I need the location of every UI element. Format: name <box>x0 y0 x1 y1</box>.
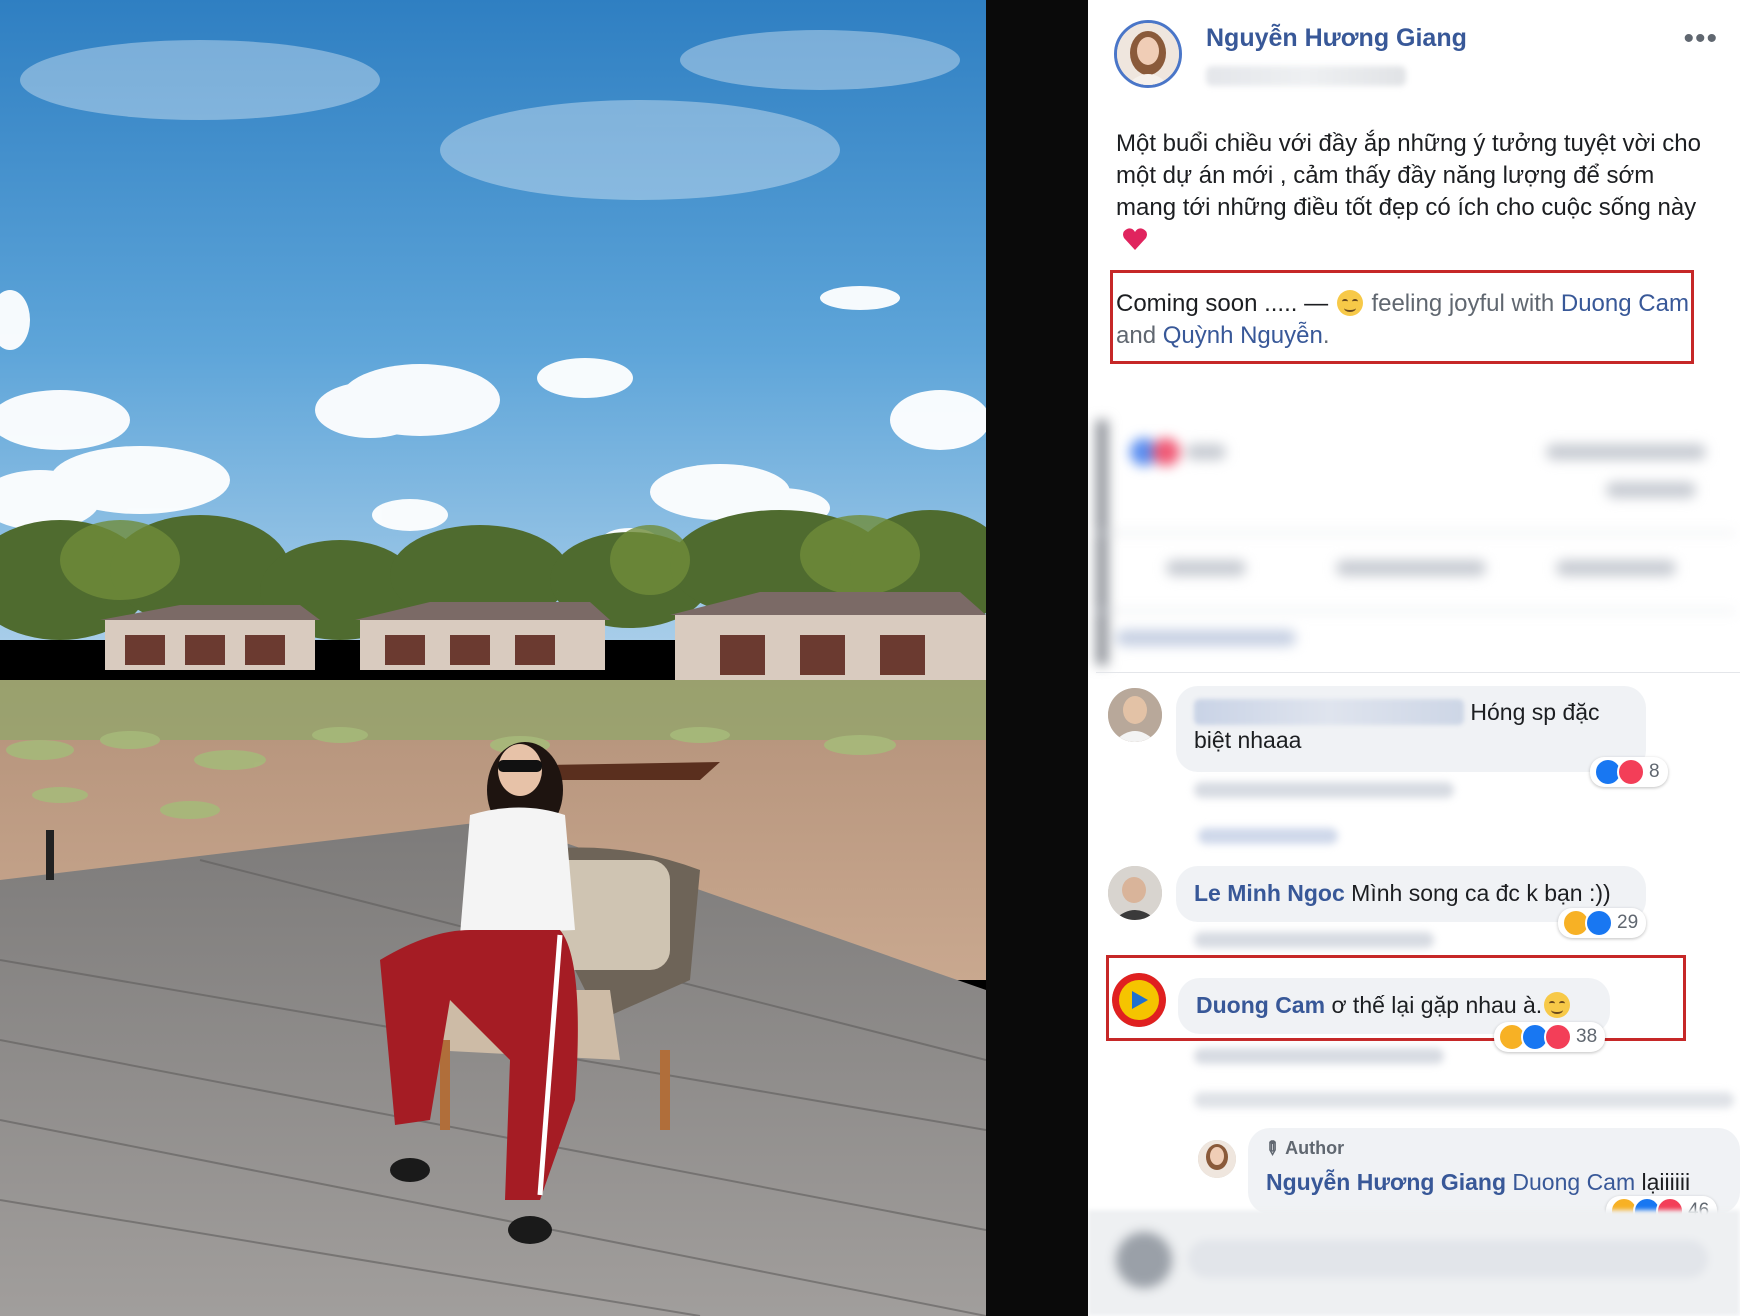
tagline-and: and <box>1116 322 1163 349</box>
heart-icon <box>1123 228 1147 250</box>
comment-text-2: Mình song ca đc k bạn :)) <box>1351 880 1611 906</box>
reply-avatar[interactable] <box>1198 1140 1236 1178</box>
reply-author-name[interactable]: Nguyễn Hương Giang <box>1266 1169 1506 1195</box>
reaction-count-3: 38 <box>1576 1026 1598 1047</box>
blurred-reaction-bar <box>1096 420 1736 665</box>
tagged-friend-quynh-nguyen[interactable]: Quỳnh Nguyễn <box>1163 322 1323 349</box>
comment-actions-blurred-2 <box>1194 932 1434 948</box>
reaction-count-2: 29 <box>1617 912 1639 933</box>
post-body: Một buổi chiều với đầy ắp những ý tưởng … <box>1116 128 1716 256</box>
comment-actions-blurred-1 <box>1194 782 1454 798</box>
post-panel: Nguyễn Hương Giang ••• Một buổi chiều vớ… <box>1088 0 1740 1316</box>
post-text: Một buổi chiều với đầy ắp những ý tưởng … <box>1116 130 1701 221</box>
comment-reactions-2[interactable]: 29 <box>1558 908 1647 938</box>
image-gap <box>986 0 1088 1316</box>
comments-divider <box>1096 672 1740 673</box>
love-icon <box>1544 1023 1572 1051</box>
love-icon <box>1617 758 1645 786</box>
replies-link-blurred <box>1198 828 1338 844</box>
commenter-avatar-1[interactable] <box>1108 688 1162 742</box>
comment-reactions-3[interactable]: 38 <box>1494 1022 1606 1052</box>
tagline-lead: Coming soon ..... — <box>1116 290 1335 317</box>
post-tagline: Coming soon ..... — feeling joyful with … <box>1116 288 1706 352</box>
reply-preview-blurred <box>1194 1092 1734 1108</box>
photo-scene <box>0 0 986 1316</box>
commenter-avatar-2[interactable] <box>1108 866 1162 920</box>
more-options-icon[interactable]: ••• <box>1683 22 1718 56</box>
author-name[interactable]: Nguyễn Hương Giang <box>1206 24 1467 53</box>
tagline-feeling: feeling joyful with <box>1371 290 1561 317</box>
tagged-friend-duong-cam[interactable]: Duong Cam <box>1561 290 1689 317</box>
boat <box>545 762 720 780</box>
comment-bubble-1: Hóng sp đặc biệt nhaaa <box>1176 686 1646 772</box>
author-avatar[interactable] <box>1114 20 1182 88</box>
commenter-name-3[interactable]: Duong Cam <box>1196 992 1325 1018</box>
comment-text-3: ơ thế lại gặp nhau à. <box>1331 992 1543 1018</box>
reply-mention[interactable]: Duong Cam <box>1512 1169 1635 1195</box>
wink-tongue-emoji-icon <box>1544 992 1571 1018</box>
reaction-count-1: 8 <box>1649 761 1660 782</box>
tagline-period: . <box>1322 322 1330 349</box>
reply-text: lạiiiiii <box>1641 1169 1691 1195</box>
comment-composer-blurred <box>1088 1210 1740 1316</box>
commenter-name-blurred <box>1194 699 1464 725</box>
post-photo[interactable] <box>0 0 986 1316</box>
smile-emoji-icon <box>1336 290 1363 316</box>
commenter-name-2[interactable]: Le Minh Ngoc <box>1194 880 1345 906</box>
post-timestamp-blurred <box>1206 66 1406 86</box>
reply-content: Nguyễn Hương Giang Duong Cam lạiiiiii <box>1266 1168 1690 1196</box>
commenter-avatar-3[interactable] <box>1112 973 1166 1027</box>
villas <box>100 592 986 685</box>
author-badge-label: Author <box>1285 1138 1345 1158</box>
comment-actions-blurred-3 <box>1194 1048 1444 1064</box>
comment-reactions-1[interactable]: 8 <box>1590 757 1668 787</box>
like-icon <box>1585 909 1613 937</box>
author-badge: ✎Author <box>1259 1136 1345 1161</box>
